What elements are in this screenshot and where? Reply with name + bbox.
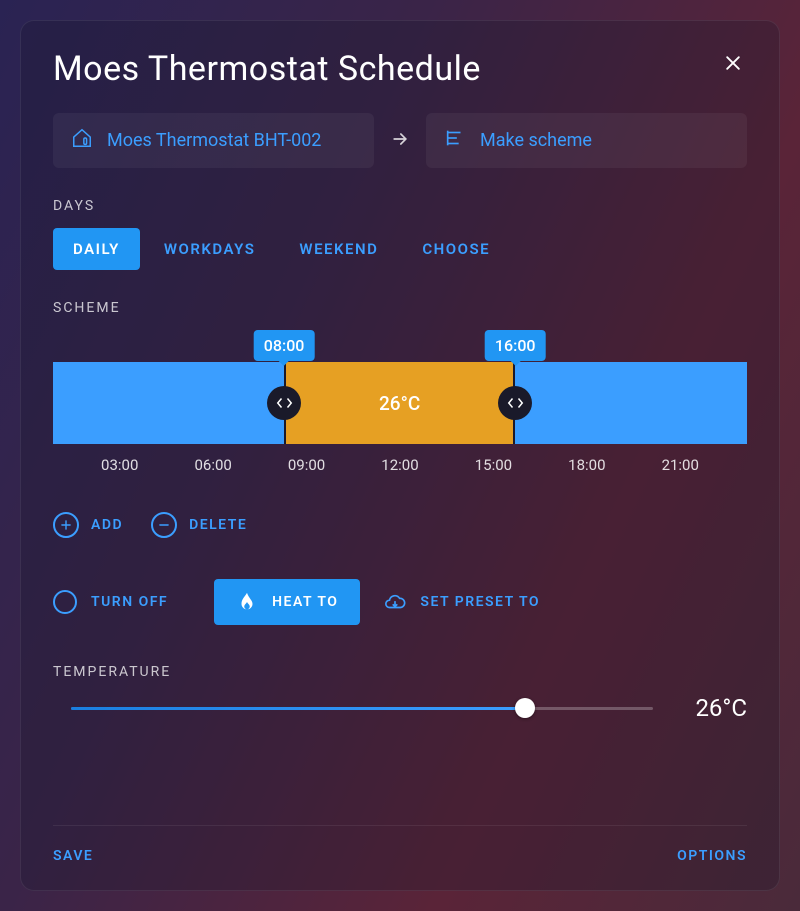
tab-daily[interactable]: DAILY bbox=[53, 228, 140, 270]
mode-heat-to-label: HEAT TO bbox=[272, 594, 338, 610]
temperature-row: 26°C bbox=[53, 694, 747, 722]
mode-set-preset[interactable]: SET PRESET TO bbox=[384, 579, 562, 625]
delete-label: DELETE bbox=[189, 517, 247, 533]
axis-tick: 09:00 bbox=[260, 456, 353, 474]
breadcrumb-action[interactable]: Make scheme bbox=[426, 113, 747, 168]
days-label: DAYS bbox=[53, 198, 747, 214]
scheme-icon bbox=[444, 127, 466, 154]
temperature-value: 26°C bbox=[677, 694, 747, 722]
close-button[interactable] bbox=[719, 49, 747, 81]
dialog-footer: SAVE OPTIONS bbox=[53, 825, 747, 890]
slider-thumb[interactable] bbox=[515, 698, 535, 718]
chevron-left-icon bbox=[507, 397, 515, 409]
cloud-download-icon bbox=[384, 591, 406, 613]
axis-tick: 12:00 bbox=[353, 456, 446, 474]
circle-outline-icon bbox=[53, 590, 77, 614]
tab-weekend[interactable]: WEEKEND bbox=[279, 228, 398, 270]
delete-button[interactable]: DELETE bbox=[151, 512, 247, 538]
drag-handle-start[interactable] bbox=[267, 386, 301, 420]
axis-tick: 15:00 bbox=[447, 456, 540, 474]
scheme-actions: ADD DELETE bbox=[53, 512, 747, 538]
breadcrumb-device-label: Moes Thermostat BHT-002 bbox=[107, 129, 321, 152]
scheme-label: SCHEME bbox=[53, 300, 747, 316]
drag-handle-end[interactable] bbox=[498, 386, 532, 420]
hvac-mode-row: TURN OFF HEAT TO SET PRESET TO bbox=[53, 578, 747, 626]
scheme-editor: 08:00 16:00 26°C 03:00 06:00 09:00 12:00… bbox=[53, 330, 747, 494]
dialog-header: Moes Thermostat Schedule bbox=[53, 49, 747, 89]
segment-after[interactable] bbox=[515, 362, 747, 444]
dialog-card: Moes Thermostat Schedule Moes Thermostat… bbox=[20, 20, 780, 891]
start-time-badge: 08:00 bbox=[254, 330, 315, 361]
mode-turn-off[interactable]: TURN OFF bbox=[53, 578, 190, 626]
axis-tick: 21:00 bbox=[634, 456, 727, 474]
close-icon bbox=[723, 53, 743, 73]
dialog-title: Moes Thermostat Schedule bbox=[53, 49, 481, 89]
temperature-slider[interactable] bbox=[71, 707, 653, 710]
breadcrumb-action-label: Make scheme bbox=[480, 129, 592, 152]
add-button[interactable]: ADD bbox=[53, 512, 123, 538]
axis-tick: 18:00 bbox=[540, 456, 633, 474]
arrow-right-icon bbox=[390, 129, 410, 153]
minus-icon bbox=[151, 512, 177, 538]
segment-heat[interactable]: 26°C bbox=[284, 362, 515, 444]
mode-heat-to[interactable]: HEAT TO bbox=[214, 579, 360, 625]
end-time-badge: 16:00 bbox=[485, 330, 546, 361]
flame-icon bbox=[236, 591, 258, 613]
segment-heat-temp: 26°C bbox=[379, 392, 420, 415]
plus-icon bbox=[53, 512, 79, 538]
timeline-axis: 03:00 06:00 09:00 12:00 15:00 18:00 21:0… bbox=[53, 456, 747, 474]
home-thermo-icon bbox=[71, 127, 93, 154]
breadcrumb-device[interactable]: Moes Thermostat BHT-002 bbox=[53, 113, 374, 168]
segment-before[interactable] bbox=[53, 362, 284, 444]
mode-set-preset-label: SET PRESET TO bbox=[420, 594, 540, 610]
save-button[interactable]: SAVE bbox=[53, 848, 93, 864]
axis-tick: 06:00 bbox=[166, 456, 259, 474]
temperature-label: TEMPERATURE bbox=[53, 664, 747, 680]
days-tabs: DAILY WORKDAYS WEEKEND CHOOSE bbox=[53, 228, 747, 270]
chevron-right-icon bbox=[285, 397, 293, 409]
tab-workdays[interactable]: WORKDAYS bbox=[144, 228, 276, 270]
mode-turn-off-label: TURN OFF bbox=[91, 594, 168, 610]
add-label: ADD bbox=[91, 517, 123, 533]
axis-tick: 03:00 bbox=[73, 456, 166, 474]
breadcrumb: Moes Thermostat BHT-002 Make scheme bbox=[53, 113, 747, 168]
chevron-right-icon bbox=[516, 397, 524, 409]
tab-choose[interactable]: CHOOSE bbox=[402, 228, 510, 270]
timeline[interactable]: 08:00 16:00 26°C bbox=[53, 362, 747, 444]
options-button[interactable]: OPTIONS bbox=[677, 848, 747, 864]
slider-fill bbox=[71, 707, 525, 710]
chevron-left-icon bbox=[276, 397, 284, 409]
